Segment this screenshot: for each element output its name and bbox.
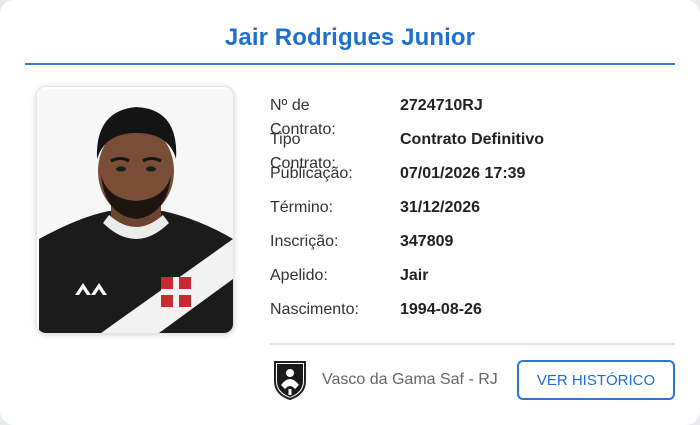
- detail-label: Apelido:: [270, 267, 328, 284]
- detail-value: Jair: [400, 267, 429, 284]
- detail-label: Término:: [270, 199, 334, 216]
- player-photo-image: [39, 89, 233, 333]
- detail-label: Publicação:: [270, 165, 353, 182]
- detail-label: Inscrição:: [270, 233, 339, 250]
- detail-label: Nascimento:: [270, 301, 359, 318]
- vasco-crest-icon: [273, 359, 307, 406]
- detail-value: 1994-08-26: [400, 301, 482, 318]
- detail-value: Contrato Definitivo: [400, 131, 544, 148]
- view-history-button[interactable]: VER HISTÓRICO: [517, 360, 675, 400]
- detail-value: 07/01/2026 17:39: [400, 165, 526, 182]
- title-divider: [25, 63, 675, 65]
- player-card: Jair Rodrigues Junior Nº de Contrato: 27…: [0, 0, 700, 425]
- detail-value: 2724710RJ: [400, 97, 483, 114]
- detail-value: 31/12/2026: [400, 199, 481, 216]
- detail-value: 347809: [400, 233, 454, 250]
- player-name: Jair Rodrigues Junior: [224, 24, 476, 51]
- footer-divider: [270, 343, 675, 345]
- club-name: Vasco da Gama Saf - RJ: [322, 371, 498, 388]
- player-photo: [36, 86, 234, 334]
